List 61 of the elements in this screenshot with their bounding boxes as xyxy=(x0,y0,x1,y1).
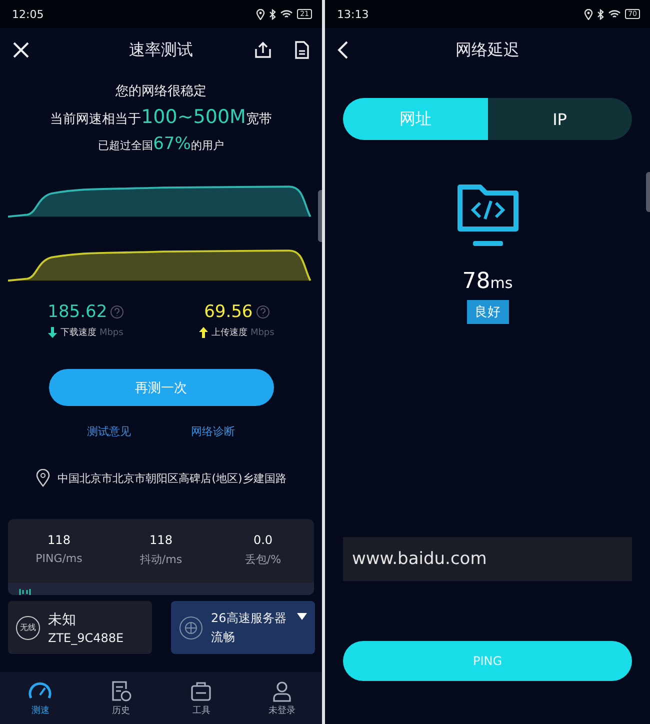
nav-tab[interactable]: 历史 xyxy=(90,678,151,718)
toolbox-icon xyxy=(190,680,212,702)
stat-label: 丢包/% xyxy=(244,552,282,567)
share-button[interactable] xyxy=(254,41,272,59)
segment-tab[interactable]: IP xyxy=(488,98,632,140)
scroll-handle[interactable] xyxy=(318,190,322,242)
close-button[interactable] xyxy=(12,41,30,59)
server-name: 26高速服务器 xyxy=(211,610,286,626)
bluetooth-icon xyxy=(269,8,276,20)
user-icon xyxy=(270,680,293,702)
location-pin-icon xyxy=(36,469,50,487)
speedometer-icon xyxy=(28,680,52,702)
nav-tab[interactable]: 测速 xyxy=(10,678,70,718)
down-arrow-icon xyxy=(48,327,58,338)
nav-tab[interactable]: 工具 xyxy=(171,678,232,718)
help-icon[interactable] xyxy=(256,305,270,319)
server-card[interactable]: 26高速服务器 流畅 xyxy=(171,601,315,654)
ranking-message: 已超过全国67%的用户 xyxy=(98,134,224,154)
document-button[interactable] xyxy=(294,41,310,59)
latency-value: 78ms xyxy=(462,269,513,294)
network-ssid: ZTE_9C488E xyxy=(48,630,124,644)
bluetooth-icon xyxy=(597,8,604,20)
speed-unit: Mbps xyxy=(250,328,274,338)
status-time: 12:05 xyxy=(12,8,44,20)
stat-value: 118 xyxy=(48,533,70,547)
location-text: 中国北京市北京市朝阳区高碑店(地区)乡建国路 xyxy=(58,470,286,486)
wireless-badge: 无线 xyxy=(16,616,40,640)
signal-icon xyxy=(18,589,32,595)
scroll-handle[interactable] xyxy=(646,172,650,212)
speed-value: 69.56 xyxy=(204,302,253,322)
address-field[interactable]: www.baidu.com xyxy=(343,537,632,581)
stability-message: 您的网络很稳定 xyxy=(116,83,206,100)
rating-badge: 良好 xyxy=(466,300,508,324)
speed-label: 下载速度 xyxy=(60,326,96,339)
back-button[interactable] xyxy=(337,41,349,59)
speed-unit: Mbps xyxy=(99,328,124,338)
history-icon xyxy=(110,680,132,702)
stat-value: 0.0 xyxy=(253,533,273,547)
page-title: 网络延迟 xyxy=(456,40,520,60)
nav-tab[interactable]: 未登录 xyxy=(252,678,312,718)
help-icon[interactable] xyxy=(110,305,124,319)
location-icon xyxy=(584,8,594,20)
up-arrow-icon xyxy=(199,327,208,338)
wifi-icon xyxy=(280,9,294,19)
stat-value: 118 xyxy=(150,533,172,547)
dropdown-caret-icon xyxy=(297,613,307,620)
wifi-icon xyxy=(608,9,622,19)
location-icon xyxy=(256,8,266,20)
server-status: 流畅 xyxy=(211,628,236,646)
stat-label: PING/ms xyxy=(36,552,82,565)
bandwidth-message: 当前网速相当于100~500M宽带 xyxy=(50,106,272,128)
text-link[interactable]: 网络诊断 xyxy=(191,424,235,439)
stat-label: 抖动/ms xyxy=(140,552,182,567)
status-time: 13:13 xyxy=(337,8,369,20)
speed-value: 185.62 xyxy=(48,302,108,322)
text-link[interactable]: 测试意见 xyxy=(87,424,131,439)
globe-icon xyxy=(179,616,203,640)
code-folder-icon xyxy=(456,183,518,249)
speed-label: 上传速度 xyxy=(211,326,248,339)
network-name: 未知 xyxy=(48,610,77,628)
page-title: 速率测试 xyxy=(129,40,193,60)
